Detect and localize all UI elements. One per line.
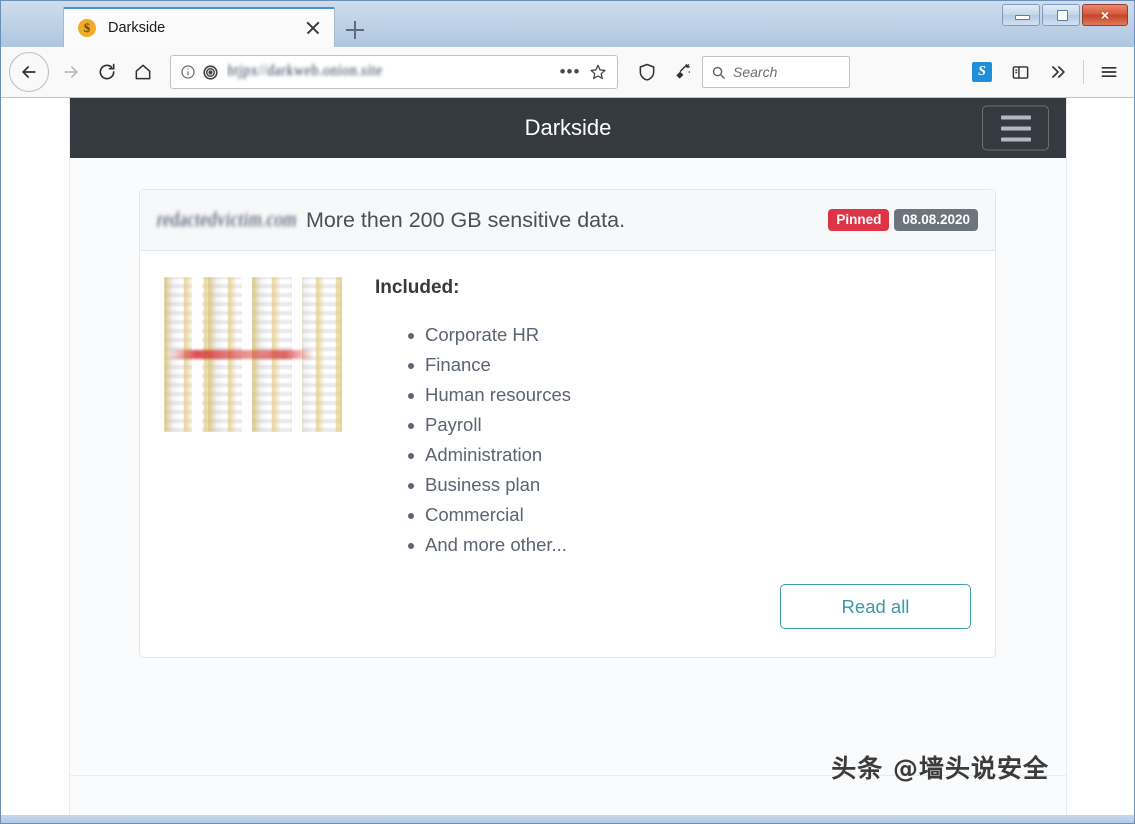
plus-icon[interactable] [337, 13, 373, 47]
home-icon[interactable] [126, 55, 160, 89]
redacted-victim-domain: redactedvictim.com [155, 208, 299, 231]
redacted-url-text: htjpx//darkweb.onion.site [227, 62, 384, 81]
hamburger-menu-icon[interactable] [1092, 55, 1126, 89]
thumbnail-red-streak [170, 349, 314, 359]
site-navbar: Darkside [70, 98, 1066, 158]
card-actions: Read all [140, 584, 995, 657]
info-circle-icon[interactable] [177, 61, 199, 83]
status-badge-pinned: Pinned [828, 208, 890, 232]
broom-sparkle-icon[interactable] [666, 55, 700, 89]
hamburger-bar [1000, 115, 1031, 119]
card-header: redactedvictim.com More then 200 GB sens… [140, 190, 995, 251]
skype-extension-icon[interactable]: S [965, 55, 999, 89]
search-box[interactable]: Search [702, 56, 850, 88]
included-list: Corporate HR Finance Human resources Pay… [375, 320, 971, 560]
card-text-block: Included: Corporate HR Finance Human res… [375, 277, 971, 560]
tab-title: Darkside [108, 20, 166, 36]
url-input[interactable]: htjpx//darkweb.onion.site [227, 61, 557, 83]
arrow-left-icon[interactable] [9, 52, 49, 92]
sidebar-panel-icon[interactable] [1003, 55, 1037, 89]
arrow-right-icon [54, 55, 88, 89]
toolbar-right-group: S [965, 55, 1126, 89]
page-viewport: Darkside redactedvictim.com More then 20… [1, 98, 1134, 815]
toolbar-divider [1083, 60, 1084, 84]
tab-strip: $ Darkside [1, 1, 373, 47]
window-bottom-strip [1, 815, 1134, 823]
date-badge: 08.08.2020 [894, 208, 978, 232]
window-close-button[interactable]: × [1082, 4, 1128, 26]
maximize-icon[interactable] [1042, 4, 1080, 26]
search-input[interactable]: Search [733, 64, 777, 80]
star-icon[interactable] [585, 59, 611, 85]
title-bar: $ Darkside × [1, 1, 1134, 47]
list-item: Corporate HR [408, 320, 971, 350]
content-frame: redactedvictim.com More then 200 GB sens… [70, 189, 1066, 776]
close-icon[interactable] [302, 17, 324, 39]
search-icon [712, 66, 725, 79]
double-chevron-right-icon[interactable] [1041, 55, 1075, 89]
hamburger-bar [1000, 126, 1031, 130]
minimize-icon[interactable] [1002, 4, 1040, 26]
ellipsis-icon[interactable]: ••• [557, 59, 583, 85]
onion-circle-icon[interactable] [199, 61, 221, 83]
read-all-button[interactable]: Read all [780, 584, 971, 629]
list-item: Commercial [408, 500, 971, 530]
card-title: More then 200 GB sensitive data. [305, 207, 626, 232]
url-bar[interactable]: htjpx//darkweb.onion.site ••• [170, 55, 618, 89]
site-container: Darkside redactedvictim.com More then 20… [69, 98, 1067, 815]
url-bar-actions: ••• [557, 59, 611, 85]
included-heading: Included: [375, 277, 460, 298]
dollar-coin-icon: $ [78, 19, 96, 37]
browser-toolbar: htjpx//darkweb.onion.site ••• Search S [1, 47, 1134, 98]
content-area: redactedvictim.com More then 200 GB sens… [70, 158, 1066, 815]
browser-window: $ Darkside × htjpx//darkweb.onion.site •… [0, 0, 1135, 824]
browser-tab-darkside[interactable]: $ Darkside [63, 7, 335, 47]
hamburger-bar [1000, 137, 1031, 141]
shield-icon[interactable] [630, 55, 664, 89]
list-item: Business plan [408, 470, 971, 500]
card-badges: Pinned 08.08.2020 [828, 208, 978, 232]
list-item: Human resources [408, 380, 971, 410]
close-icon: × [1100, 7, 1110, 23]
leak-post-card: redactedvictim.com More then 200 GB sens… [139, 189, 996, 658]
card-body: Included: Corporate HR Finance Human res… [140, 251, 995, 584]
watermark-text: 头条 @墙头说安全 [831, 754, 1049, 783]
navbar-toggler-button[interactable] [982, 105, 1049, 151]
list-item: And more other... [408, 530, 971, 560]
reload-icon[interactable] [90, 55, 124, 89]
page-title: Darkside [524, 115, 612, 140]
list-item: Administration [408, 440, 971, 470]
list-item: Payroll [408, 410, 971, 440]
censored-screenshot-thumbnail[interactable] [164, 277, 342, 432]
window-controls: × [1002, 4, 1128, 26]
list-item: Finance [408, 350, 971, 380]
